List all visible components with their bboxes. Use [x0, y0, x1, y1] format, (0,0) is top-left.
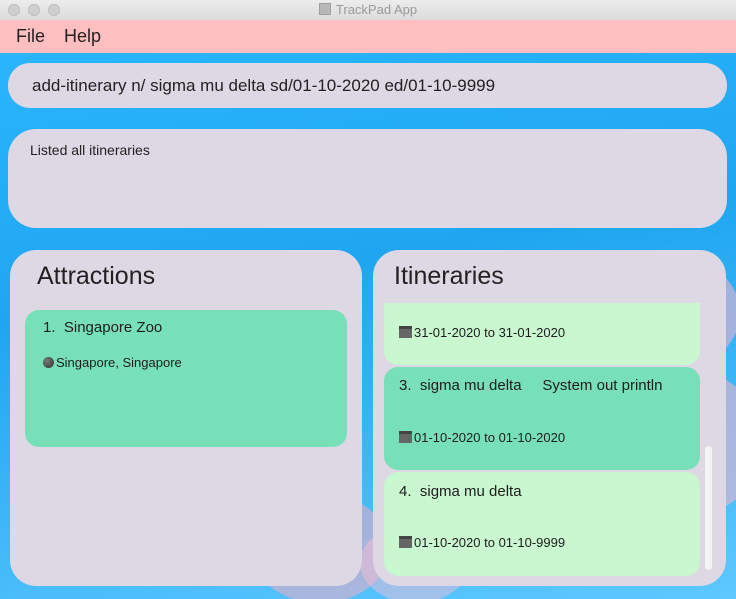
command-text: add-itinerary n/ sigma mu delta sd/01-10…	[32, 76, 496, 95]
itinerary-card[interactable]: 4. sigma mu delta 01-10-2020 to 01-10-99…	[384, 472, 700, 576]
menu-file[interactable]: File	[16, 26, 45, 47]
itinerary-index: 4.	[399, 483, 412, 500]
app-icon	[318, 3, 331, 15]
result-display: Listed all itineraries	[8, 129, 727, 228]
window-title: TrackPad App	[335, 2, 418, 17]
command-input[interactable]: add-itinerary n/ sigma mu delta sd/01-10…	[8, 63, 727, 108]
itinerary-description: System out println	[542, 377, 663, 394]
attraction-index: 1.	[43, 319, 56, 336]
window-title-bar: TrackPad App	[0, 0, 736, 21]
calendar-icon	[399, 536, 412, 548]
attraction-location: Singapore, Singapore	[56, 355, 182, 370]
attraction-name: Singapore Zoo	[63, 319, 163, 336]
itineraries-title: Itineraries	[394, 262, 504, 290]
itinerary-dates: 31-01-2020 to 31-01-2020	[414, 325, 566, 340]
calendar-icon	[399, 431, 412, 443]
itineraries-scrollbar[interactable]	[705, 446, 712, 570]
menu-help[interactable]: Help	[64, 26, 101, 47]
result-text: Listed all itineraries	[30, 142, 150, 158]
itinerary-name: sigma mu delta	[419, 483, 522, 500]
itinerary-card[interactable]: 31-01-2020 to 31-01-2020	[384, 303, 700, 365]
attractions-title: Attractions	[37, 262, 156, 290]
menu-bar: File Help	[0, 20, 736, 53]
itinerary-name: sigma mu delta	[419, 377, 522, 394]
itinerary-card[interactable]: 3. sigma mu delta System out println 01-…	[384, 367, 700, 470]
attraction-card[interactable]: 1. Singapore Zoo Singapore, Singapore	[25, 310, 347, 447]
itinerary-dates: 01-10-2020 to 01-10-9999	[414, 535, 566, 550]
itinerary-dates: 01-10-2020 to 01-10-2020	[414, 430, 566, 445]
itinerary-index: 3.	[399, 377, 412, 394]
location-icon	[43, 357, 54, 368]
calendar-icon	[399, 326, 412, 338]
